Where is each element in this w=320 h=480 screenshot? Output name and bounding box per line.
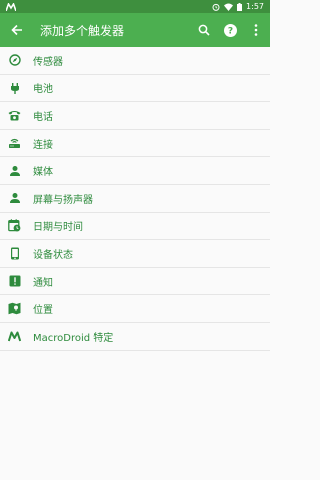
trigger-row-connectivity[interactable]: 连接 — [0, 130, 270, 158]
router-icon — [8, 137, 21, 150]
more-vert-icon[interactable] — [248, 22, 264, 38]
trigger-row-location[interactable]: 位置 — [0, 295, 270, 323]
arrow-back-icon[interactable] — [8, 21, 26, 39]
trigger-row-phone[interactable]: 电话 — [0, 102, 270, 130]
trigger-row-macrodroid-specific[interactable]: MacroDroid 特定 — [0, 323, 270, 351]
power-plug-icon — [8, 81, 21, 94]
trigger-row-date-time[interactable]: 日期与时间 — [0, 213, 270, 241]
person-icon — [8, 192, 21, 205]
trigger-label: 通知 — [33, 277, 53, 289]
svg-text:?: ? — [227, 26, 232, 36]
trigger-label: 日期与时间 — [33, 222, 83, 234]
macrodroid-icon — [6, 2, 16, 11]
alarm-icon — [212, 3, 220, 11]
status-bar: 1:57 — [0, 0, 270, 13]
app-bar: 添加多个触发器 ? — [0, 13, 270, 47]
search-icon[interactable] — [196, 22, 212, 38]
phone-device-icon — [8, 247, 21, 260]
trigger-label: 媒体 — [33, 167, 53, 179]
person-icon — [8, 164, 21, 177]
status-time: 1:57 — [246, 2, 264, 11]
compass-icon — [8, 54, 21, 67]
trigger-label: 连接 — [33, 139, 53, 151]
calendar-clock-icon — [8, 219, 21, 232]
trigger-label: 屏幕与扬声器 — [33, 194, 93, 206]
wifi-icon — [224, 3, 234, 11]
trigger-label: 电话 — [33, 111, 53, 123]
trigger-label: 电池 — [33, 84, 53, 96]
help-icon[interactable]: ? — [222, 22, 238, 38]
trigger-label: 位置 — [33, 305, 53, 317]
trigger-label: MacroDroid 特定 — [33, 332, 114, 344]
trigger-row-screen-speaker[interactable]: 屏幕与扬声器 — [0, 185, 270, 213]
phone-icon — [8, 109, 21, 122]
alert-icon — [8, 275, 21, 288]
page-title: 添加多个触发器 — [40, 23, 125, 38]
trigger-row-sensors[interactable]: 传感器 — [0, 47, 270, 75]
trigger-row-media[interactable]: 媒体 — [0, 157, 270, 185]
trigger-label: 设备状态 — [33, 249, 73, 261]
map-icon — [8, 302, 21, 315]
trigger-category-list: 传感器 电池 电话 连接 媒体 屏幕与扬声器 日期与时间 设备状态 通知 位置 … — [0, 47, 270, 351]
trigger-label: 传感器 — [33, 56, 63, 68]
battery-icon — [237, 2, 243, 11]
trigger-row-device-state[interactable]: 设备状态 — [0, 240, 270, 268]
macrodroid-icon — [8, 330, 21, 343]
trigger-row-notification[interactable]: 通知 — [0, 268, 270, 296]
trigger-row-battery[interactable]: 电池 — [0, 75, 270, 103]
